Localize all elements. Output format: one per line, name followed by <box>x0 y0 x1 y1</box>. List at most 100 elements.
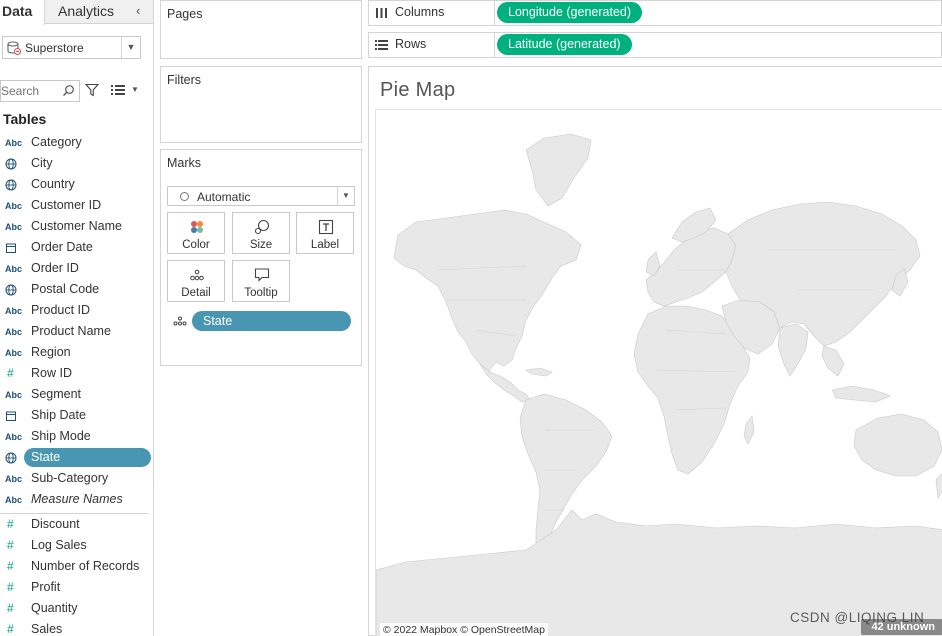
field-item[interactable]: Postal Code <box>0 279 153 300</box>
field-item[interactable]: # Sales <box>0 619 153 636</box>
field-label: Sales <box>31 622 63 636</box>
field-label: City <box>31 156 53 170</box>
field-item[interactable]: # Discount <box>0 514 153 535</box>
marks-card-title: Marks <box>167 156 202 170</box>
label-icon <box>318 219 334 235</box>
rows-label: Rows <box>395 37 427 51</box>
field-item[interactable]: Ship Date <box>0 405 153 426</box>
search-input[interactable] <box>1 81 61 101</box>
color-button[interactable]: Color <box>167 212 225 254</box>
field-item[interactable]: Abc Product ID <box>0 300 153 321</box>
field-label: Order ID <box>31 261 79 275</box>
pages-card[interactable]: Pages <box>160 0 362 59</box>
detail-icon <box>190 269 204 281</box>
field-item[interactable]: State <box>0 447 153 468</box>
field-item[interactable]: Abc Product Name <box>0 321 153 342</box>
calendar-icon <box>5 410 21 422</box>
field-label: Product Name <box>31 324 111 338</box>
chevron-down-icon[interactable]: ▼ <box>131 85 139 94</box>
size-button[interactable]: Size <box>232 212 290 254</box>
new-zealand-shape <box>935 473 942 499</box>
field-label: Ship Mode <box>31 429 91 443</box>
string-icon: Abc <box>5 474 23 484</box>
field-item[interactable]: Abc Sub-Category <box>0 468 153 489</box>
mark-type-dropdown[interactable]: Automatic ▼ <box>167 186 355 206</box>
field-item[interactable]: Abc Ship Mode <box>0 426 153 447</box>
collapse-pane-icon[interactable]: ‹ <box>136 0 140 22</box>
pane-tabs: Data Analytics ‹ <box>0 0 153 25</box>
field-item[interactable]: Abc Order ID <box>0 258 153 279</box>
detail-button[interactable]: Detail <box>167 260 225 302</box>
field-label: Row ID <box>31 366 72 380</box>
field-item[interactable]: Country <box>0 174 153 195</box>
chevron-down-icon[interactable]: ▼ <box>337 187 354 205</box>
color-button-label: Color <box>182 239 210 251</box>
search-icon <box>63 85 74 96</box>
field-item[interactable]: # Log Sales <box>0 535 153 556</box>
tab-analytics[interactable]: Analytics <box>58 0 114 24</box>
field-item[interactable]: Abc Category <box>0 132 153 153</box>
field-label: Product ID <box>31 303 91 317</box>
field-item[interactable]: # Profit <box>0 577 153 598</box>
datasource-selector[interactable]: Superstore ▼ <box>2 36 141 59</box>
field-item[interactable]: City <box>0 153 153 174</box>
number-icon: # <box>7 538 14 552</box>
central-america-shape <box>479 363 531 403</box>
filters-card[interactable]: Filters <box>160 66 362 143</box>
field-label: Customer ID <box>31 198 102 212</box>
state-detail-pill[interactable]: State <box>192 311 351 331</box>
field-item[interactable]: Abc Customer Name <box>0 216 153 237</box>
data-pane: Data Analytics ‹ Superstore ▼ ▼ Tables A… <box>0 0 154 636</box>
view-list-icon[interactable] <box>111 84 125 96</box>
rows-shelf[interactable]: Rows Latitude (generated) <box>368 32 942 58</box>
circle-icon <box>180 192 189 201</box>
columns-icon <box>376 8 387 18</box>
rows-icon <box>375 40 388 50</box>
number-icon: # <box>7 559 14 573</box>
shelf-divider <box>494 1 495 25</box>
field-label: Ship Date <box>31 408 86 422</box>
chevron-down-icon[interactable]: ▼ <box>121 37 140 58</box>
string-icon: Abc <box>5 390 23 400</box>
size-icon <box>254 219 270 235</box>
string-icon: Abc <box>5 201 23 211</box>
field-list: Abc Category City Country Abc Customer ID Abc C… <box>0 132 153 636</box>
calendar-icon <box>5 242 21 254</box>
columns-shelf[interactable]: Columns Longitude (generated) <box>368 0 942 26</box>
label-button[interactable]: Label <box>296 212 354 254</box>
globe-icon <box>5 452 21 464</box>
field-item[interactable]: Order Date <box>0 237 153 258</box>
globe-icon <box>5 179 21 191</box>
madagascar-shape <box>743 415 755 445</box>
field-label: Discount <box>31 517 80 531</box>
field-item[interactable]: # Quantity <box>0 598 153 619</box>
field-search[interactable] <box>0 80 80 102</box>
field-label: Sub-Category <box>31 471 109 485</box>
shelf-divider <box>494 33 495 57</box>
string-icon: Abc <box>5 306 23 316</box>
field-item[interactable]: Abc Region <box>0 342 153 363</box>
longitude-pill[interactable]: Longitude (generated) <box>497 2 643 23</box>
field-label: Postal Code <box>31 282 100 296</box>
field-item[interactable]: Abc Measure Names <box>0 489 153 510</box>
field-item[interactable]: Abc Customer ID <box>0 195 153 216</box>
filter-icon[interactable] <box>85 83 99 97</box>
color-icon <box>191 221 203 233</box>
field-item[interactable]: Abc Segment <box>0 384 153 405</box>
field-item[interactable]: # Row ID <box>0 363 153 384</box>
map-attribution: © 2022 Mapbox © OpenStreetMap <box>380 623 548 636</box>
field-label: Customer Name <box>31 219 122 233</box>
detail-icon <box>173 316 187 326</box>
sheet-title: Pie Map <box>380 79 456 101</box>
field-label: Profit <box>31 580 61 594</box>
map-area[interactable]: © 2022 Mapbox © OpenStreetMap 42 unknown <box>375 109 942 636</box>
field-item[interactable]: # Number of Records <box>0 556 153 577</box>
tab-data[interactable]: Data <box>0 0 45 25</box>
size-button-label: Size <box>249 239 273 251</box>
world-map[interactable] <box>376 110 942 636</box>
tooltip-button-label: Tooltip <box>244 287 278 299</box>
india-shape <box>777 323 809 377</box>
tooltip-button[interactable]: Tooltip <box>232 260 290 302</box>
field-label: Quantity <box>31 601 78 615</box>
latitude-pill[interactable]: Latitude (generated) <box>497 34 632 55</box>
